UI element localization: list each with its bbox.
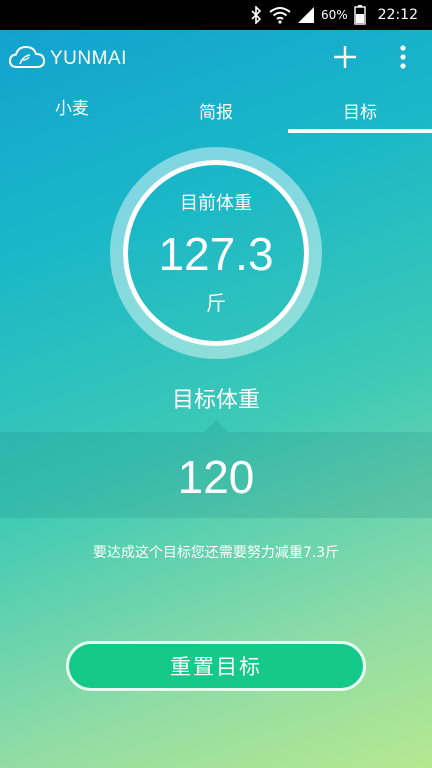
overflow-menu-icon xyxy=(400,45,406,73)
goal-hint-text: 要达成这个目标您还需要努力减重7.3斤 xyxy=(92,545,340,561)
tab-brief[interactable]: 简报 xyxy=(144,88,288,136)
logo-text: YUNMAI xyxy=(50,48,127,69)
bluetooth-icon xyxy=(249,6,263,24)
reset-goal-button[interactable]: 重置目标 xyxy=(66,641,366,691)
plus-icon xyxy=(333,45,357,73)
clock: 22:12 xyxy=(377,7,418,23)
cloud-logo-icon xyxy=(8,44,46,74)
battery-icon xyxy=(353,5,366,25)
current-weight-gauge: 目前体重 127.3 斤 xyxy=(110,147,322,359)
tab-bar: 小麦 简报 目标 xyxy=(0,88,432,136)
app-actions xyxy=(316,30,432,88)
battery-percent: 60% xyxy=(320,8,348,22)
wifi-icon xyxy=(269,6,291,24)
current-weight-unit: 斤 xyxy=(206,291,226,315)
tab-indicator xyxy=(288,129,432,133)
overflow-menu-button[interactable] xyxy=(374,30,432,88)
target-band-notch xyxy=(204,420,228,432)
app-bar: YUNMAI xyxy=(0,30,432,88)
target-weight-value[interactable]: 120 xyxy=(0,450,432,504)
status-bar: 60% 22:12 xyxy=(0,0,432,30)
signal-icon xyxy=(297,6,315,24)
current-weight-value: 127.3 xyxy=(158,228,274,280)
logo: YUNMAI xyxy=(8,44,127,74)
current-weight-label: 目前体重 xyxy=(180,193,252,214)
target-weight-label: 目标体重 xyxy=(171,388,260,413)
tab-xiaomai[interactable]: 小麦 xyxy=(0,88,144,136)
add-button[interactable] xyxy=(316,30,374,88)
